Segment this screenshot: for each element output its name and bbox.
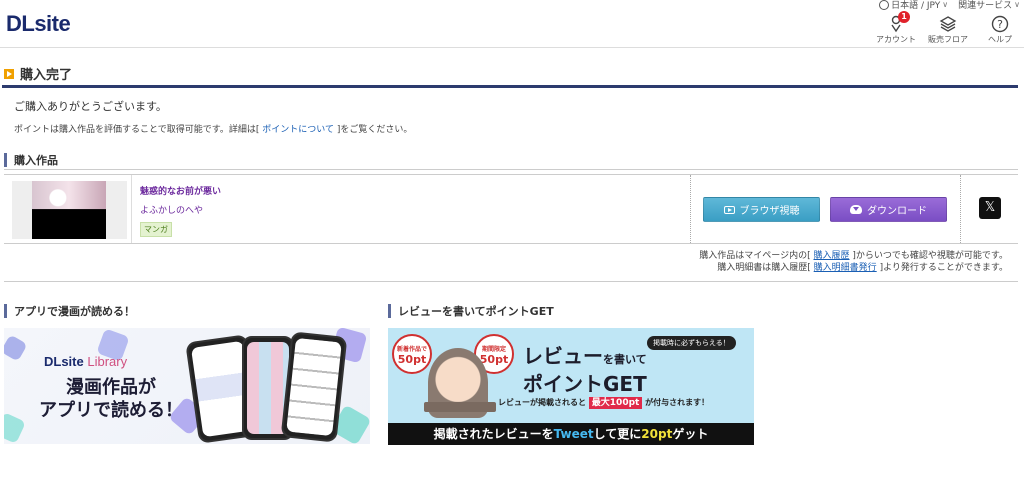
sales-floor-button[interactable]: 販売フロア: [926, 14, 970, 45]
page-title: 購入完了: [20, 68, 73, 83]
heading-bar: [4, 152, 7, 167]
point-note-text-end: ]をご覧ください。: [336, 125, 413, 135]
purchase-history-link[interactable]: 購入履歴: [813, 251, 849, 261]
download-button[interactable]: ダウンロード: [830, 197, 947, 222]
x-share-icon[interactable]: 𝕏: [979, 197, 1001, 219]
foot-tweet: Tweet: [553, 427, 594, 441]
work-title-link[interactable]: 魅惑的なお前が悪い: [140, 184, 682, 197]
review-sub-post: が付与されます！: [645, 398, 710, 407]
foot-post: ゲット: [672, 427, 709, 441]
top-links: 日本語 / JPY ∨ 関連サービス ∨: [879, 0, 1020, 11]
review-promo-heading: レビューを書いてポイントGET: [388, 303, 758, 319]
history-note-text: 購入作品はマイページ内の[: [699, 251, 811, 261]
review-sub-copy: レビューが掲載されると 最大100pt が付与されます！: [498, 395, 710, 409]
work-info: 魅惑的なお前が悪い よふかしのへや マンガ: [131, 175, 691, 243]
site-header: DLsite 日本語 / JPY ∨ 関連サービス ∨ 1 アカウント 販売フロ…: [0, 0, 1024, 48]
review-sub-red: 最大100pt: [588, 397, 643, 409]
app-copy-line1: 漫画作品が: [66, 377, 156, 398]
related-services-menu[interactable]: 関連サービス ∨: [958, 0, 1020, 11]
receipt-issue-link[interactable]: 購入明細書発行: [814, 263, 877, 273]
account-button[interactable]: 1 アカウント: [874, 11, 918, 45]
review-big-line1-small: を書いて: [603, 353, 647, 366]
point-info-link[interactable]: ポイントについて: [262, 125, 334, 135]
purchased-work-row: 魅惑的なお前が悪い よふかしのへや マンガ ブラウザ視聴 ダウンロード 𝕏: [4, 174, 1018, 244]
review-big-line2: ポイントGET: [523, 372, 647, 396]
mascot-desk: [424, 402, 496, 412]
download-label: ダウンロード: [867, 206, 927, 217]
browser-view-button[interactable]: ブラウザ視聴: [703, 197, 820, 222]
receipt-note-text-end: ]より発行することができます。: [879, 263, 1008, 273]
review-point-banner[interactable]: 新着作品で 50pt 期間限定 50pt 掲載時に必ずもらえる！ レビューを書い…: [388, 328, 754, 445]
browser-view-label: ブラウザ視聴: [739, 206, 800, 217]
history-note: 購入作品はマイページ内の[ 購入履歴 ]からいつでも確認や視聴が可能です。 購入…: [699, 250, 1008, 274]
related-services-label: 関連サービス: [958, 1, 1013, 11]
page-title-bar: 購入完了: [2, 62, 1018, 88]
app-copy-line2: アプリで読める！: [39, 400, 183, 421]
new-work-points-bubble: 新着作品で 50pt: [392, 334, 432, 374]
bubble1-big: 50pt: [397, 353, 427, 366]
foot-pt: 20pt: [641, 427, 673, 441]
review-big-copy: レビューを書いて ポイントGET: [523, 344, 647, 396]
history-note-text-end: ]からいつでも確認や視聴が可能です。: [852, 251, 1008, 261]
review-promo-heading-label: レビューを書いてポイントGET: [398, 305, 554, 318]
language-selector[interactable]: 日本語 / JPY ∨: [879, 0, 948, 11]
foot-pre: 掲載されたレビューを: [433, 427, 554, 441]
globe-icon: [879, 0, 890, 10]
help-button[interactable]: ? ヘルプ: [978, 14, 1022, 45]
work-category-tag: マンガ: [140, 222, 172, 237]
library-logo-main: DLsite: [44, 354, 84, 369]
language-label: 日本語 / JPY: [891, 1, 941, 11]
play-icon: [723, 205, 735, 214]
account-label: アカウント: [876, 35, 916, 44]
point-note: ポイントは購入作品を評価することで取得可能です。詳細は[ ポイントについて ]を…: [14, 122, 412, 135]
dlsite-library-banner[interactable]: DLsite Library 漫画作品が アプリで読める！: [4, 328, 370, 444]
cloud-download-icon: [850, 205, 862, 214]
app-copy: 漫画作品が アプリで読める！: [36, 376, 186, 422]
help-icon: ?: [978, 14, 1022, 34]
help-label: ヘルプ: [988, 35, 1012, 44]
chevron-down-icon: ∨: [942, 0, 949, 9]
decor-shape: [4, 412, 26, 444]
foot-mid: して更に: [593, 427, 642, 441]
library-logo-sub: Library: [87, 354, 128, 369]
account-icon: [874, 14, 918, 34]
thanks-message: ご購入ありがとうございます。: [14, 100, 167, 113]
layers-icon: [926, 14, 970, 34]
work-thumbnail-image: [32, 181, 106, 239]
review-foot-banner: 掲載されたレビューをTweetして更に20ptゲット: [388, 423, 754, 445]
bubble2-small: 期間限定: [481, 346, 506, 353]
phone-mockup: [280, 331, 348, 443]
svg-text:?: ?: [997, 18, 1003, 31]
dlsite-library-logo: DLsite Library: [44, 354, 127, 369]
receipt-note-text: 購入明細書は購入履歴[: [717, 263, 811, 273]
app-promo-heading-label: アプリで漫画が読める！: [14, 305, 135, 318]
point-note-text: ポイントは購入作品を評価することで取得可能です。詳細は[: [14, 125, 260, 135]
work-maker-link[interactable]: よふかしのへや: [140, 203, 682, 216]
divider: [4, 281, 1018, 282]
decor-shape: [4, 334, 28, 362]
share-column: 𝕏: [960, 175, 1018, 243]
work-thumbnail[interactable]: [12, 181, 127, 239]
dlsite-logo[interactable]: DLsite: [6, 11, 71, 37]
sales-floor-label: 販売フロア: [928, 35, 968, 44]
heading-bar: [388, 304, 391, 318]
heading-bar: [4, 304, 7, 318]
review-big-line1: レビュー: [523, 344, 603, 368]
notification-badge: 1: [898, 11, 910, 23]
purchased-heading-label: 購入作品: [14, 153, 58, 167]
arrow-marker-icon: [4, 68, 14, 79]
bubble1-small: 新着作品で: [396, 346, 427, 353]
guaranteed-tag: 掲載時に必ずもらえる！: [647, 336, 736, 350]
purchased-section-heading: 購入作品: [4, 150, 1018, 170]
review-sub-pre: レビューが掲載されると: [498, 398, 586, 407]
review-title-box: 掲載時に必ずもらえる！ レビューを書いて ポイントGET: [521, 334, 749, 396]
chevron-down-icon: ∨: [1014, 0, 1020, 9]
app-promo-heading: アプリで漫画が読める！: [4, 303, 374, 319]
header-icons: 1 アカウント 販売フロア ? ヘルプ: [874, 11, 1022, 45]
